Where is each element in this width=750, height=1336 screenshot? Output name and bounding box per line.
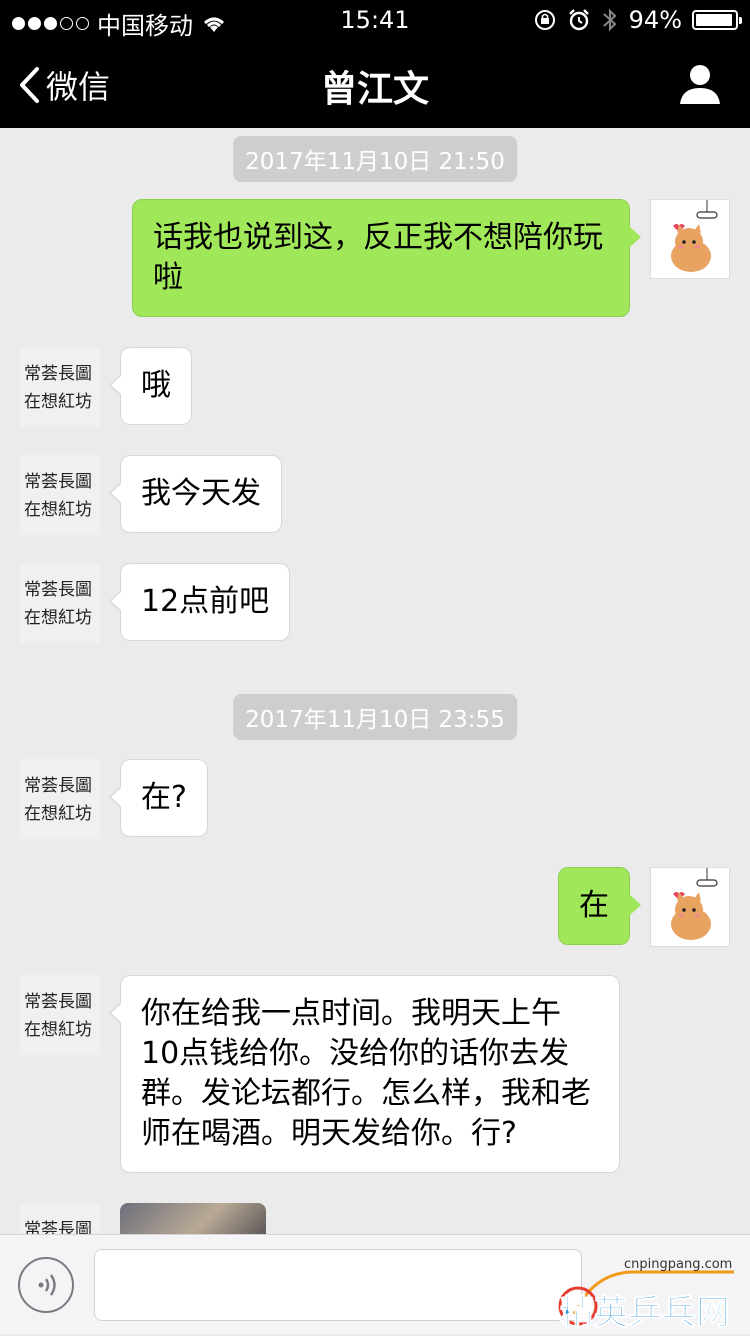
status-bar: 中国移动 15:41 94% <box>0 0 750 40</box>
outgoing-message-bubble[interactable]: 在 <box>558 867 641 945</box>
calligraphy-row-2: 在想紅坊 <box>24 1020 92 1040</box>
voice-icon <box>38 1274 56 1296</box>
incoming-message-bubble[interactable]: 我今天发 <box>109 455 282 533</box>
cat-avatar-icon <box>671 200 718 272</box>
contact-avatar[interactable]: 常荟長圖 在想紅坊 <box>20 975 100 1055</box>
contact-avatar[interactable]: 常荟長圖 在想紅坊 <box>20 347 100 427</box>
profile-icon[interactable] <box>678 62 722 106</box>
calligraphy-avatar-image: 常荟長圖 在想紅坊 <box>20 759 100 839</box>
calligraphy-avatar-image: 常荟長圖 在想紅坊 <box>20 975 100 1055</box>
alarm-icon <box>568 9 589 31</box>
timestamp-label: 2017年11月10日 23:55 <box>233 694 517 740</box>
calligraphy-row-1: 常荟長圖 <box>24 776 92 796</box>
calligraphy-row-1: 常荟長圖 <box>24 992 92 1012</box>
message-input[interactable] <box>94 1249 582 1321</box>
calligraphy-row-1: 常荟長圖 <box>24 580 92 600</box>
incoming-message-bubble[interactable]: 在? <box>109 759 208 837</box>
calligraphy-row-2: 在想紅坊 <box>24 804 92 824</box>
timestamp-label: 2017年11月10日 21:50 <box>233 136 517 182</box>
watermark-text: 精英乒乓网 <box>560 1293 730 1332</box>
watermark-url: cnpingpang.com <box>624 1257 732 1272</box>
calligraphy-row-1: 常荟長圖 <box>24 1220 92 1234</box>
contact-avatar[interactable]: 常荟長圖 在想紅坊 <box>20 455 100 535</box>
battery-icon <box>692 10 742 30</box>
battery-percent: 94% <box>628 6 682 34</box>
contact-avatar[interactable]: 常荟長圖 在想紅坊 <box>20 1203 100 1234</box>
outgoing-message-bubble[interactable]: 话我也说到这，反正我不想陪你玩啦 <box>132 199 641 317</box>
my-avatar[interactable] <box>650 199 730 279</box>
rotation-lock-icon <box>534 10 555 30</box>
navigation-bar: 微信 曾江文 <box>0 40 750 128</box>
bluetooth-icon <box>602 8 617 32</box>
chat-title: 曾江文 <box>320 69 429 110</box>
calligraphy-row-2: 在想紅坊 <box>24 608 92 628</box>
calligraphy-row-1: 常荟長圖 <box>24 472 92 492</box>
cat-avatar-icon <box>671 868 718 940</box>
calligraphy-avatar-image: 常荟長圖 在想紅坊 <box>20 455 100 535</box>
my-avatar[interactable] <box>650 867 730 947</box>
contact-avatar[interactable]: 常荟長圖 在想紅坊 <box>20 759 100 839</box>
calligraphy-avatar-image: 常荟長圖 在想紅坊 <box>20 347 100 427</box>
incoming-message-bubble[interactable]: 你在给我一点时间。我明天上午10点钱给你。没给你的话你去发群。发论坛都行。怎么样… <box>109 975 620 1173</box>
incoming-message-bubble[interactable]: 哦 <box>109 347 192 425</box>
calligraphy-avatar-image: 常荟長圖 在想紅坊 <box>20 1203 100 1234</box>
voice-input-button[interactable] <box>18 1257 74 1313</box>
watermark-logo: cnpingpang.com 精英乒乓网 <box>554 1252 744 1334</box>
calligraphy-row-2: 在想紅坊 <box>24 392 92 412</box>
chat-area[interactable]: 2017年11月10日 21:50 话我也说到这，反正我不想陪你玩啦 常荟長圖 … <box>0 128 750 1234</box>
calligraphy-row-2: 在想紅坊 <box>24 500 92 520</box>
contact-avatar[interactable]: 常荟長圖 在想紅坊 <box>20 563 100 643</box>
calligraphy-row-1: 常荟長圖 <box>24 364 92 384</box>
image-message[interactable] <box>120 1203 266 1234</box>
incoming-message-bubble[interactable]: 12点前吧 <box>108 563 291 641</box>
calligraphy-avatar-image: 常荟長圖 在想紅坊 <box>20 563 100 643</box>
